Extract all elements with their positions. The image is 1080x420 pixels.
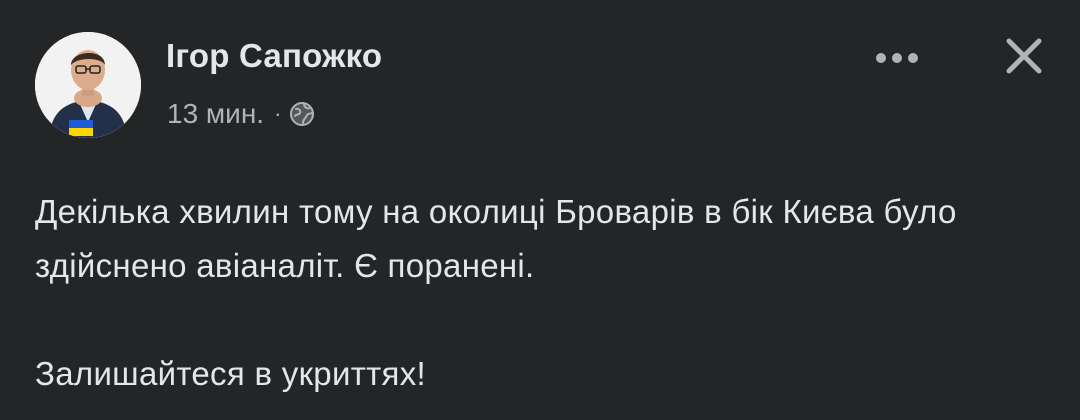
post-meta: 13 мин. · xyxy=(167,98,315,130)
post-timestamp[interactable]: 13 мин. xyxy=(167,98,264,130)
post-text-paragraph: Залишайтеся в укриттях! xyxy=(35,355,426,392)
post-text-paragraph: Декілька хвилин тому на околиці Броварів… xyxy=(35,193,957,284)
more-options-icon xyxy=(876,53,918,63)
more-options-button[interactable] xyxy=(873,40,921,76)
post-header: Ігор Сапожко 13 мин. · xyxy=(35,32,1045,142)
meta-separator: · xyxy=(274,101,282,126)
avatar[interactable] xyxy=(35,32,141,138)
post-body: Декілька хвилин тому на околиці Броварів… xyxy=(35,185,1045,401)
close-button[interactable] xyxy=(1000,32,1048,80)
globe-icon xyxy=(289,101,315,127)
author-name[interactable]: Ігор Сапожко xyxy=(166,37,382,75)
avatar-photo xyxy=(35,32,141,138)
close-icon xyxy=(1006,38,1042,74)
